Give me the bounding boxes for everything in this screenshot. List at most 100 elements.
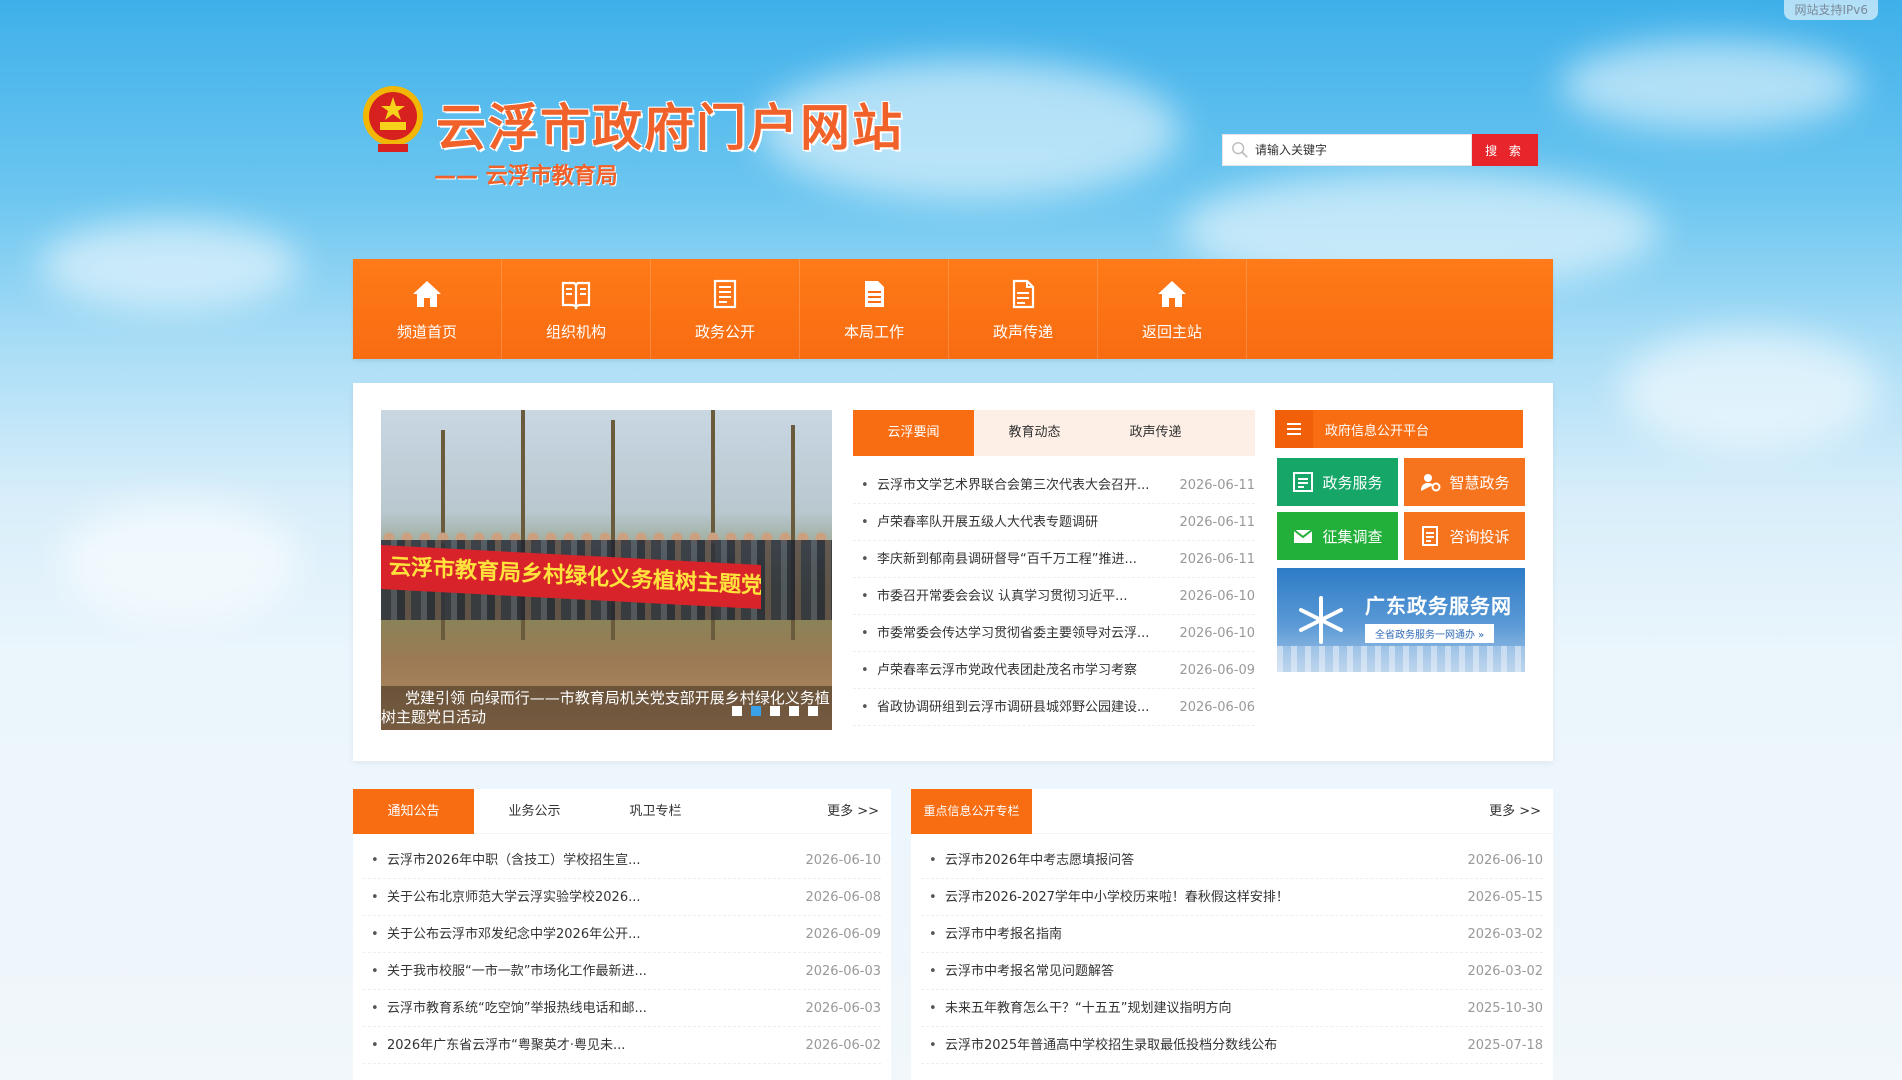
list-item[interactable]: 云浮市中考报名常见问题解答 2026-03-02 <box>921 953 1543 990</box>
list-item[interactable]: 省政协调研组到云浮市调研县城郊野公园建设... 2026-06-06 <box>853 689 1255 726</box>
search-box: 搜 索 <box>1222 134 1538 166</box>
menu-icon <box>1275 410 1313 448</box>
nav-item-back-to-main[interactable]: 返回主站 <box>1098 259 1247 359</box>
tab-key-info[interactable]: 重点信息公开专栏 <box>911 789 1032 834</box>
nav-item-government-affairs[interactable]: 政务公开 <box>651 259 800 359</box>
news-slider[interactable]: 云浮市教育局乡村绿化义务植树主题党日活动 党建引领 向绿而行——市教育局机关党支… <box>381 410 832 730</box>
news-title[interactable]: 李庆新到郁南县调研督导“百千万工程”推进... <box>853 541 1173 577</box>
cloud-decoration <box>60 500 300 620</box>
nav-label: 返回主站 <box>1141 322 1202 341</box>
gov-service-button[interactable]: 政务服务 <box>1277 458 1398 506</box>
nav-label: 本局工作 <box>843 322 904 341</box>
list-item[interactable]: 云浮市2025年普通高中学校招生录取最低投档分数线公布 2025-07-18 <box>921 1027 1543 1064</box>
user-gear-icon <box>1421 474 1441 492</box>
main-nav: 频道首页 组织机构 政务公开 本局工作 政声传递 返回主站 <box>353 259 1553 359</box>
list-item[interactable]: 关于公布云浮市邓发纪念中学2026年公开... 2026-06-09 <box>363 916 881 953</box>
site-title: 云浮市政府门户网站 <box>436 99 904 157</box>
notice-date: 2026-06-03 <box>805 964 881 979</box>
key-info-panel: 重点信息公开专栏 更多 >> 云浮市2026年中考志愿填报问答 2026-06-1… <box>911 789 1553 1080</box>
info-platform-header[interactable]: 政府信息公开平台 <box>1275 410 1523 448</box>
site-subtitle: —— 云浮市教育局 <box>434 164 618 189</box>
cloud-decoration <box>1620 330 1880 450</box>
key-info-date: 2026-05-15 <box>1467 890 1543 905</box>
cloud-decoration <box>40 220 300 310</box>
news-title[interactable]: 市委常委会传达学习贯彻省委主要领导对云浮... <box>853 615 1173 651</box>
key-info-title[interactable]: 云浮市2025年普通高中学校招生录取最低投档分数线公布 <box>921 1027 1421 1063</box>
news-date: 2026-06-10 <box>1179 589 1255 604</box>
news-title[interactable]: 云浮市文学艺术界联合会第三次代表大会召开... <box>853 467 1173 503</box>
key-info-title[interactable]: 云浮市中考报名常见问题解答 <box>921 953 1421 989</box>
slider-dot[interactable] <box>770 706 780 716</box>
notice-tabs: 通知公告 业务公示 巩卫专栏 更多 >> <box>353 789 891 834</box>
news-title[interactable]: 市委召开常委会会议 认真学习贯彻习近平... <box>853 578 1173 614</box>
news-tabs: 云浮要闻 教育动态 政声传递 <box>853 410 1255 456</box>
consult-complaint-button[interactable]: 咨询投诉 <box>1404 512 1525 560</box>
notice-title[interactable]: 云浮市2026年中职（含技工）学校招生宣... <box>363 842 743 878</box>
notice-title[interactable]: 2026年广东省云浮市“粤聚英才·粤见未... <box>363 1027 743 1063</box>
survey-button[interactable]: 征集调查 <box>1277 512 1398 560</box>
key-info-title[interactable]: 云浮市中考报名指南 <box>921 916 1421 952</box>
nav-item-voice-relay[interactable]: 政声传递 <box>949 259 1098 359</box>
top-panel: 云浮市教育局乡村绿化义务植树主题党日活动 党建引领 向绿而行——市教育局机关党支… <box>353 383 1553 761</box>
news-list: 云浮市文学艺术界联合会第三次代表大会召开... 2026-06-11 卢荣春率队开… <box>853 467 1255 726</box>
tab-health-column[interactable]: 巩卫专栏 <box>595 789 716 834</box>
tab-notices[interactable]: 通知公告 <box>353 789 474 834</box>
info-platform-title: 政府信息公开平台 <box>1325 423 1430 439</box>
notice-title[interactable]: 关于公布云浮市邓发纪念中学2026年公开... <box>363 916 743 952</box>
smart-gov-button[interactable]: 智慧政务 <box>1404 458 1525 506</box>
search-button[interactable]: 搜 索 <box>1472 134 1538 166</box>
notice-date: 2026-06-02 <box>805 1038 881 1053</box>
notice-title[interactable]: 关于公布北京师范大学云浮实验学校2026... <box>363 879 743 915</box>
news-date: 2026-06-10 <box>1179 626 1255 641</box>
list-item[interactable]: 云浮市中考报名指南 2026-03-02 <box>921 916 1543 953</box>
search-icon <box>1232 142 1248 158</box>
list-item[interactable]: 云浮市2026-2027学年中小学校历来啦！春秋假这样安排！ 2026-05-15 <box>921 879 1543 916</box>
list-item[interactable]: 2026年广东省云浮市“粤聚英才·粤见未... 2026-06-02 <box>363 1027 881 1064</box>
list-item[interactable]: 市委召开常委会会议 认真学习贯彻习近平... 2026-06-10 <box>853 578 1255 615</box>
key-info-title[interactable]: 云浮市2026-2027学年中小学校历来啦！春秋假这样安排！ <box>921 879 1421 915</box>
slider-dot[interactable] <box>789 706 799 716</box>
slider-dot[interactable] <box>732 706 742 716</box>
notice-date: 2026-06-09 <box>805 927 881 942</box>
news-title[interactable]: 卢荣春率队开展五级人大代表专题调研 <box>853 504 1173 540</box>
list-item[interactable]: 卢荣春率队开展五级人大代表专题调研 2026-06-11 <box>853 504 1255 541</box>
news-date: 2026-06-11 <box>1179 478 1255 493</box>
notice-panel: 通知公告 业务公示 巩卫专栏 更多 >> 云浮市2026年中职（含技工）学校招生… <box>353 789 891 1080</box>
list-item[interactable]: 云浮市2026年中考志愿填报问答 2026-06-10 <box>921 842 1543 879</box>
search-field-wrap <box>1222 134 1472 166</box>
key-info-title[interactable]: 云浮市2026年中考志愿填报问答 <box>921 842 1421 878</box>
key-info-date: 2026-03-02 <box>1467 964 1543 979</box>
slider-dot-active[interactable] <box>751 706 761 716</box>
nav-item-organization[interactable]: 组织机构 <box>502 259 651 359</box>
tab-yunfu-news[interactable]: 云浮要闻 <box>853 410 974 456</box>
list-item[interactable]: 李庆新到郁南县调研督导“百千万工程”推进... 2026-06-11 <box>853 541 1255 578</box>
list-item[interactable]: 未来五年教育怎么干？“十五五”规划建议指明方向 2025-10-30 <box>921 990 1543 1027</box>
nav-label: 政务公开 <box>694 322 755 341</box>
nav-item-bureau-work[interactable]: 本局工作 <box>800 259 949 359</box>
notice-title[interactable]: 关于我市校服“一市一款”市场化工作最新进... <box>363 953 743 989</box>
search-input[interactable] <box>1255 143 1465 157</box>
more-link[interactable]: 更多 >> <box>1489 789 1541 834</box>
tab-education-updates[interactable]: 教育动态 <box>974 410 1095 456</box>
slider-dots <box>732 706 818 716</box>
more-link[interactable]: 更多 >> <box>827 789 879 834</box>
news-title[interactable]: 卢荣春率云浮市党政代表团赴茂名市学习考察 <box>853 652 1173 688</box>
list-item[interactable]: 市委常委会传达学习贯彻省委主要领导对云浮... 2026-06-10 <box>853 615 1255 652</box>
notice-date: 2026-06-08 <box>805 890 881 905</box>
list-item[interactable]: 关于公布北京师范大学云浮实验学校2026... 2026-06-08 <box>363 879 881 916</box>
tab-business-publicity[interactable]: 业务公示 <box>474 789 595 834</box>
file-icon <box>1012 279 1035 308</box>
notice-title[interactable]: 云浮市教育系统“吃空饷”举报热线电话和邮... <box>363 990 743 1026</box>
list-item[interactable]: 云浮市2026年中职（含技工）学校招生宣... 2026-06-10 <box>363 842 881 879</box>
list-item[interactable]: 云浮市文学艺术界联合会第三次代表大会召开... 2026-06-11 <box>853 467 1255 504</box>
list-item[interactable]: 关于我市校服“一市一款”市场化工作最新进... 2026-06-03 <box>363 953 881 990</box>
list-item[interactable]: 卢荣春率云浮市党政代表团赴茂名市学习考察 2026-06-09 <box>853 652 1255 689</box>
key-info-title[interactable]: 未来五年教育怎么干？“十五五”规划建议指明方向 <box>921 990 1421 1026</box>
key-info-tabs: 重点信息公开专栏 更多 >> <box>911 789 1553 834</box>
slider-dot[interactable] <box>808 706 818 716</box>
news-title[interactable]: 省政协调研组到云浮市调研县城郊野公园建设... <box>853 689 1173 725</box>
list-item[interactable]: 云浮市教育系统“吃空饷”举报热线电话和邮... 2026-06-03 <box>363 990 881 1027</box>
nav-item-channel-home[interactable]: 频道首页 <box>353 259 502 359</box>
guangdong-gov-service-banner[interactable]: 广东政务服务网 全省政务服务一网通办 » <box>1277 568 1525 672</box>
tab-voice-relay[interactable]: 政声传递 <box>1095 410 1216 456</box>
